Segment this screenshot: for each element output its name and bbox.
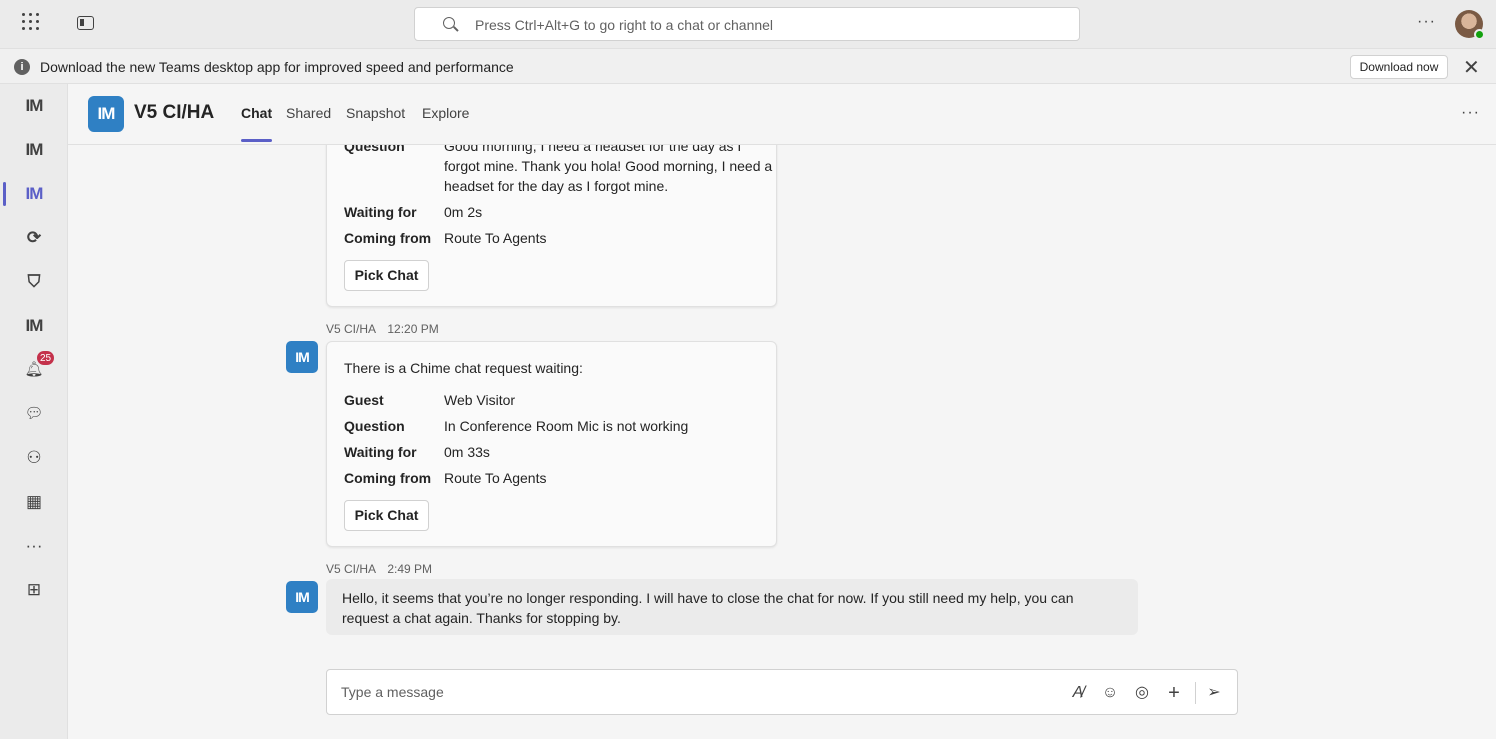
from-label: Coming from: [344, 470, 432, 486]
sender-name: V5 CI/HA: [326, 322, 377, 336]
question-value: Good morning, I need a headset for the d…: [444, 145, 773, 194]
rail-item-im-4[interactable]: IM: [0, 304, 68, 348]
search-placeholder: Press Ctrl+Alt+G to go right to a chat o…: [475, 17, 774, 33]
sender-name: V5 CI/HA: [326, 562, 377, 576]
rail-item-chat[interactable]: 💬︎: [0, 392, 68, 436]
rail-item-calendar[interactable]: ▦: [0, 480, 68, 524]
waiting-label: Waiting for: [344, 444, 417, 460]
chat-request-card: Question Good morning, I need a headset …: [326, 145, 777, 307]
bot-avatar[interactable]: IM: [286, 581, 318, 613]
tab-explore[interactable]: Explore: [422, 105, 469, 121]
rail-item-more-apps[interactable]: ···: [0, 524, 68, 568]
intro-text: There is a Chime chat request waiting:: [344, 360, 583, 376]
divider: [1195, 682, 1196, 704]
waiting-value: 0m 33s: [444, 444, 490, 460]
rail-item-copilot[interactable]: ⟳: [0, 216, 68, 260]
rail-item-im-3[interactable]: IM: [0, 172, 68, 216]
download-now-button[interactable]: Download now: [1350, 55, 1448, 79]
presence-available-icon: [1474, 29, 1485, 40]
question-label: Question: [344, 418, 405, 434]
waiting-value: 0m 2s: [444, 204, 483, 220]
add-app-icon: ⊞: [26, 580, 42, 599]
rail-item-im-2[interactable]: IM: [0, 128, 68, 172]
tab-chat[interactable]: Chat: [241, 105, 273, 142]
app-bar: IM IM IM ⟳ ⛉ IM 🔔︎ 25 💬︎ ⚇ ▦ ··· ⊞: [0, 84, 68, 739]
teams-icon: ⚇: [26, 448, 42, 467]
message-meta: V5 CI/HA 12:20 PM: [326, 322, 447, 336]
format-icon[interactable]: A̸: [1068, 683, 1088, 703]
copilot-icon: ⟳: [26, 228, 42, 247]
send-icon[interactable]: ➢: [1204, 683, 1224, 703]
from-value: Route To Agents: [444, 470, 547, 486]
timestamp: 2:49 PM: [387, 562, 433, 576]
timestamp: 12:20 PM: [387, 322, 439, 336]
chat-header: IM V5 CI/HA Chat Shared Snapshot Explore…: [68, 84, 1496, 145]
tab-snapshot[interactable]: Snapshot: [346, 105, 405, 121]
chat-request-card: There is a Chime chat request waiting: G…: [326, 341, 777, 547]
im-app-icon: IM: [25, 316, 44, 335]
im-app-icon: IM: [25, 140, 44, 159]
bot-avatar[interactable]: IM: [286, 341, 318, 373]
question-value: In Conference Room Mic is not working: [444, 418, 689, 434]
waiting-label: Waiting for: [344, 204, 417, 220]
message-meta: V5 CI/HA 2:49 PM: [326, 562, 440, 576]
rail-item-teams[interactable]: ⚇: [0, 436, 68, 480]
title-bar: Press Ctrl+Alt+G to go right to a chat o…: [0, 0, 1496, 48]
rail-item-im-1[interactable]: IM: [0, 84, 68, 128]
emoji-icon[interactable]: ☺: [1100, 683, 1120, 703]
question-label: Question: [344, 145, 405, 154]
app-launcher-icon[interactable]: [22, 13, 44, 35]
guest-label: Guest: [344, 392, 384, 408]
pick-chat-button[interactable]: Pick Chat: [344, 500, 429, 531]
search-input[interactable]: Press Ctrl+Alt+G to go right to a chat o…: [414, 7, 1080, 41]
notification-badge: 25: [36, 350, 55, 366]
pick-chat-button[interactable]: Pick Chat: [344, 260, 429, 291]
message-input[interactable]: Type a message: [341, 684, 444, 700]
guest-value: Web Visitor: [444, 392, 516, 408]
im-app-icon: IM: [25, 96, 44, 115]
app-logo: IM: [88, 96, 124, 132]
shield-app-icon: ⛉: [27, 272, 41, 291]
chat-icon: 💬︎: [24, 405, 44, 422]
banner-text: Download the new Teams desktop app for i…: [40, 59, 514, 75]
toggle-sidebar-icon[interactable]: [77, 16, 94, 30]
rail-item-add-apps[interactable]: ⊞: [0, 568, 68, 612]
calendar-icon: ▦: [25, 492, 43, 511]
message-list[interactable]: Question Good morning, I need a headset …: [68, 145, 1496, 739]
search-icon: [443, 17, 455, 29]
update-banner: i Download the new Teams desktop app for…: [0, 48, 1496, 84]
plus-icon[interactable]: +: [1164, 683, 1184, 703]
close-icon[interactable]: ✕: [1463, 55, 1480, 80]
rail-item-shield[interactable]: ⛉: [0, 260, 68, 304]
from-value: Route To Agents: [444, 230, 547, 246]
user-avatar[interactable]: [1455, 10, 1485, 40]
page-title: V5 CI/HA: [134, 102, 215, 123]
settings-more-button[interactable]: ···: [1417, 13, 1436, 31]
message-composer[interactable]: Type a message A̸ ☺ ◎ + ➢: [326, 669, 1238, 715]
rail-item-activity[interactable]: 🔔︎ 25: [0, 348, 68, 392]
im-app-icon: IM: [25, 184, 44, 203]
tab-shared[interactable]: Shared: [286, 105, 331, 121]
info-icon: i: [14, 59, 30, 75]
more-options-button[interactable]: ···: [1461, 104, 1480, 122]
more-apps-icon: ···: [25, 536, 43, 555]
loop-component-icon[interactable]: ◎: [1132, 683, 1152, 703]
from-label: Coming from: [344, 230, 432, 246]
message-bubble: Hello, it seems that you’re no longer re…: [326, 579, 1138, 635]
